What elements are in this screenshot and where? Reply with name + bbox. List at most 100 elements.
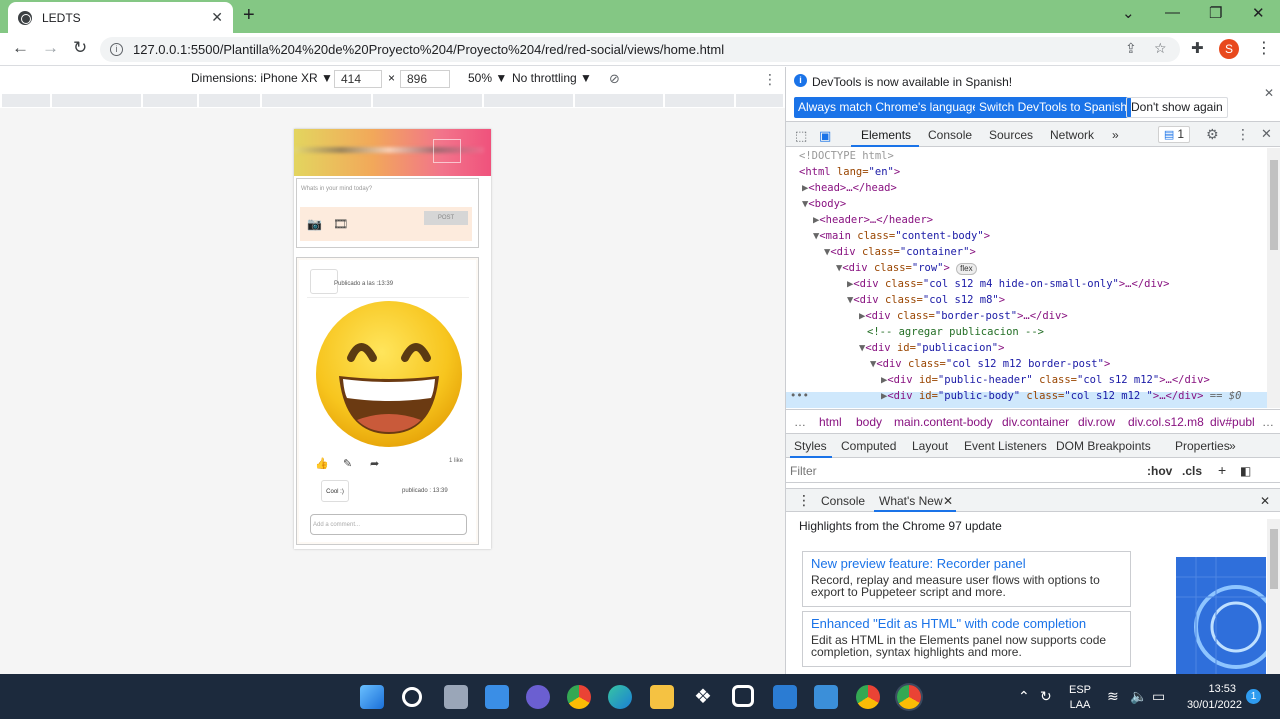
whats-new-scrollbar[interactable] [1267,519,1280,674]
dom-line-border-post[interactable]: ▶<div class="border-post">…</div> [859,308,1068,324]
dom-line-comment[interactable]: <!-- agregar publicacion --> [867,324,1044,340]
film-icon[interactable]: 🎞 [333,217,348,231]
close-infobar-icon[interactable]: ✕ [1264,86,1274,100]
edit-icon[interactable]: ✎ [343,457,352,470]
dom-line-body[interactable]: ▼<body> [802,196,846,212]
notification-badge[interactable]: 1 [1246,689,1261,704]
dom-line-head[interactable]: ▶<head>…</head> [802,180,897,196]
breadcrumb-html[interactable]: html [819,415,842,429]
windows-start-icon[interactable] [360,685,384,709]
dom-line-col-m8[interactable]: ▼<div class="col s12 m8"> [847,292,1005,308]
breadcrumb-col[interactable]: div.col.s12.m8 [1128,415,1204,429]
dom-line-header[interactable]: ▶<header>…</header> [813,212,933,228]
media-query-bar[interactable] [2,94,783,107]
new-tab-button[interactable]: + [243,4,255,27]
file-explorer-icon[interactable] [650,685,674,709]
dom-line-doctype[interactable]: <!DOCTYPE html> [799,148,894,164]
back-icon[interactable]: ← [12,38,29,58]
clock-time[interactable]: 13:53 [1178,683,1242,695]
styles-filter-input[interactable] [790,462,1135,480]
card-title[interactable]: New preview feature: Recorder panel [811,556,1122,571]
mail-icon[interactable] [814,685,838,709]
post-button[interactable]: POST [424,211,468,225]
drawer-tab-whats-new[interactable]: What's New [879,494,943,508]
devtools-menu-icon[interactable]: ⋮ [1236,126,1250,143]
task-view-icon[interactable] [444,685,468,709]
dom-line-col-m4[interactable]: ▶<div class="col s12 m4 hide-on-small-on… [847,276,1169,292]
breadcrumb-main[interactable]: main.content-body [894,415,993,429]
tab-elements[interactable]: Elements [861,128,911,142]
dom-line-main[interactable]: ▼<main class="content-body"> [813,228,990,244]
device-height-input[interactable] [400,70,450,88]
wifi-icon[interactable]: ≋ [1107,688,1119,705]
chrome-icon[interactable] [567,685,591,709]
like-icon[interactable]: 👍 [315,457,329,470]
share-post-icon[interactable]: ➦ [370,457,379,470]
whats-new-card[interactable]: Enhanced "Edit as HTML" with code comple… [802,611,1131,667]
breadcrumb-overflow-left[interactable]: … [794,415,806,429]
site-info-icon[interactable]: i [110,43,123,56]
battery-icon[interactable]: ▭ [1152,688,1165,705]
rotate-icon[interactable]: ⊘ [609,71,620,87]
tab-sources[interactable]: Sources [989,128,1033,142]
issues-badge[interactable]: ▤ 1 [1158,126,1190,143]
breadcrumb-publ[interactable]: div#publ [1210,415,1255,429]
dont-show-again-button[interactable]: Don't show again [1126,97,1228,118]
device-toggle-icon[interactable]: ▣ [819,128,831,144]
dom-line-public-header[interactable]: ▶<div id="public-header" class="col s12 … [881,372,1210,388]
chrome-active-icon[interactable] [897,685,921,709]
toggle-sidebar-icon[interactable]: ◧ [1240,464,1251,478]
tab-event-listeners[interactable]: Event Listeners [964,439,1047,453]
match-language-button[interactable]: Always match Chrome's language [794,97,984,118]
breadcrumb-body[interactable]: body [856,415,882,429]
tab-properties[interactable]: Properties [1175,439,1230,453]
close-tab-icon[interactable]: ✕ [211,9,223,26]
close-whats-new-icon[interactable]: ✕ [943,494,953,508]
comment-input[interactable]: Add a comment... [310,514,467,535]
tab-dom-breakpoints[interactable]: DOM Breakpoints [1056,439,1151,453]
volume-icon[interactable]: 🔈 [1130,688,1147,705]
dropbox-icon[interactable]: ❖ [691,685,715,709]
profile-avatar[interactable]: S [1219,39,1239,59]
onedrive-sync-icon[interactable]: ↻ [1040,688,1052,705]
inspect-element-icon[interactable]: ⬚ [795,128,807,144]
browser-tab[interactable]: LEDTS ✕ [8,2,233,33]
breadcrumb-overflow-right[interactable]: … [1262,415,1274,429]
minimize-icon[interactable]: — [1165,4,1180,21]
settings-gear-icon[interactable]: ⚙ [1206,126,1219,143]
keyboard-layout[interactable]: LAA [1068,699,1092,711]
switch-language-button[interactable]: Switch DevTools to Spanish [975,97,1132,118]
chrome-profile-icon[interactable] [856,685,880,709]
vscode-icon[interactable] [773,685,797,709]
browser-menu-icon[interactable]: ⋮ [1256,38,1272,58]
camera-icon[interactable]: 📷 [307,217,322,231]
device-dimensions-select[interactable]: Dimensions: iPhone XR ▼ [191,71,333,85]
widgets-icon[interactable] [485,685,509,709]
drawer-tab-console[interactable]: Console [821,494,865,508]
drawer-menu-icon[interactable]: ⋮ [797,492,811,509]
flex-badge[interactable]: flex [956,263,977,275]
dom-line-container[interactable]: ▼<div class="container"> [824,244,976,260]
close-drawer-icon[interactable]: ✕ [1260,494,1270,508]
dom-scrollbar[interactable] [1267,148,1280,408]
styles-more-tabs-icon[interactable]: » [1229,439,1236,453]
device-more-icon[interactable]: ⋮ [763,71,777,88]
breadcrumb-row[interactable]: div.row [1078,415,1115,429]
breadcrumb-container[interactable]: div.container [1002,415,1069,429]
throttling-select[interactable]: No throttling ▼ [512,71,592,85]
clock-date[interactable]: 30/01/2022 [1178,699,1242,711]
dom-line-public-body[interactable]: ▶<div id="public-body" class="col s12 m1… [881,388,1241,404]
tab-computed[interactable]: Computed [841,439,896,453]
teams-chat-icon[interactable] [526,685,550,709]
close-devtools-icon[interactable]: ✕ [1261,126,1272,142]
github-desktop-icon[interactable] [732,685,754,707]
dom-line-html[interactable]: <html lang="en"> [799,164,900,180]
whats-new-card[interactable]: New preview feature: Recorder panel Reco… [802,551,1131,607]
forward-icon[interactable]: → [42,38,59,58]
dom-line-border-post-col[interactable]: ▼<div class="col s12 m12 border-post"> [870,356,1110,372]
tab-network[interactable]: Network [1050,128,1094,142]
dom-line-row[interactable]: ▼<div class="row"> flex [836,260,977,276]
new-rule-icon[interactable]: + [1218,462,1226,478]
address-bar[interactable]: i 127.0.0.1:5500/Plantilla%204%20de%20Pr… [100,37,1180,62]
tab-console[interactable]: Console [928,128,972,142]
